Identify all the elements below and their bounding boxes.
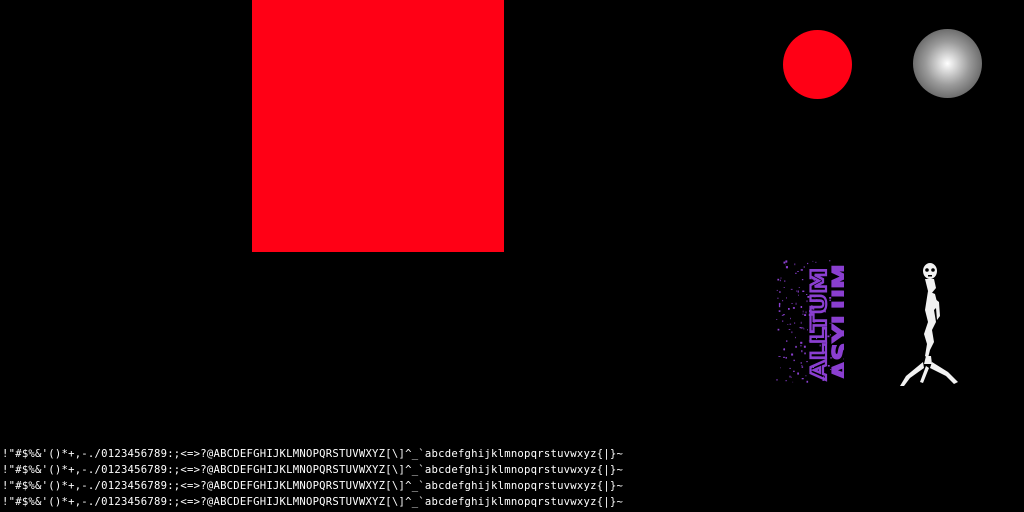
logo-speck bbox=[793, 370, 795, 372]
logo-speck bbox=[780, 277, 782, 279]
logo-speck bbox=[783, 356, 785, 358]
game-viewport: { "colors": { "background": "#000000", "… bbox=[0, 0, 1024, 512]
logo-text-top: ALLTUM bbox=[807, 268, 831, 380]
logo-speck bbox=[800, 327, 802, 329]
logo-speck bbox=[806, 380, 809, 383]
logo-text-bottom: ASYLUM bbox=[829, 264, 844, 380]
logo-speck bbox=[778, 310, 781, 312]
logo-speck bbox=[778, 356, 781, 357]
shaded-sphere-sprite bbox=[913, 29, 982, 98]
logo-speck bbox=[779, 291, 781, 293]
logo-speck bbox=[803, 266, 805, 268]
logo-speck bbox=[777, 328, 780, 331]
logo-speck bbox=[800, 345, 802, 347]
logo-speck bbox=[812, 260, 814, 262]
logo-speck bbox=[778, 305, 781, 308]
logo-speck bbox=[776, 379, 778, 381]
logo-speck bbox=[800, 341, 803, 344]
logo-speck bbox=[789, 375, 791, 378]
logo-speck bbox=[776, 319, 778, 320]
logo-speck bbox=[780, 367, 781, 369]
logo-speck bbox=[785, 357, 787, 359]
logo-speck bbox=[801, 365, 803, 367]
logo-speck bbox=[800, 362, 802, 364]
logo-speck bbox=[790, 317, 791, 320]
font-atlas-line: !"#$%&'()*+,-./0123456789:;<=>?@ABCDEFGH… bbox=[2, 496, 624, 508]
logo-speck bbox=[791, 331, 793, 334]
red-circle-sprite bbox=[783, 30, 852, 99]
logo-speck bbox=[785, 380, 787, 382]
logo-speck bbox=[804, 352, 806, 355]
logo-speck bbox=[783, 348, 785, 351]
logo-speck bbox=[786, 297, 787, 299]
logo-speck bbox=[782, 300, 784, 302]
logo-speck bbox=[801, 378, 804, 380]
logo-speck bbox=[815, 261, 817, 263]
logo-speck bbox=[795, 345, 797, 348]
logo-speck bbox=[783, 261, 786, 264]
font-atlas: !"#$%&'()*+,-./0123456789:;<=>?@ABCDEFGH… bbox=[2, 446, 862, 510]
logo-speck bbox=[788, 308, 790, 310]
logo-speck bbox=[800, 306, 803, 308]
logo-speck bbox=[803, 328, 805, 330]
logo-speck bbox=[829, 260, 831, 262]
logo-speck bbox=[801, 279, 804, 281]
red-square-texture bbox=[252, 0, 504, 252]
logo-speck bbox=[783, 287, 785, 288]
logo-speck bbox=[785, 266, 788, 269]
logo-speck bbox=[802, 313, 804, 315]
logo-speck bbox=[797, 290, 799, 293]
logo-speck bbox=[791, 353, 794, 356]
logo-speck bbox=[778, 302, 781, 306]
logo-speck bbox=[798, 287, 800, 288]
logo-speck bbox=[795, 272, 797, 274]
logo-speck bbox=[795, 302, 797, 305]
logo-speck bbox=[784, 280, 786, 282]
font-atlas-line: !"#$%&'()*+,-./0123456789:;<=>?@ABCDEFGH… bbox=[2, 480, 624, 492]
logo-speck bbox=[793, 359, 795, 362]
logo-speck bbox=[781, 315, 784, 316]
logo-speck bbox=[801, 350, 803, 353]
logo-speck bbox=[787, 324, 789, 325]
logo-speck bbox=[803, 345, 806, 348]
font-atlas-line: !"#$%&'()*+,-./0123456789:;<=>?@ABCDEFGH… bbox=[2, 448, 624, 460]
logo-speck bbox=[796, 290, 798, 292]
logo-speck bbox=[794, 322, 796, 324]
logo-speck bbox=[790, 376, 792, 378]
character-figure bbox=[890, 258, 970, 388]
logo-speck bbox=[779, 279, 781, 282]
logo-speck bbox=[788, 329, 791, 330]
logo-speck bbox=[786, 340, 788, 342]
logo-speck bbox=[801, 327, 804, 329]
font-atlas-line: !"#$%&'()*+,-./0123456789:;<=>?@ABCDEFGH… bbox=[2, 464, 624, 476]
logo-speck bbox=[798, 294, 799, 296]
logo-speck bbox=[791, 303, 793, 304]
logo-speck bbox=[802, 290, 804, 292]
logo-speck bbox=[789, 367, 791, 369]
logo-speck bbox=[776, 289, 778, 291]
logo-speck bbox=[801, 366, 804, 368]
logo-speck bbox=[794, 263, 796, 266]
logo-speck bbox=[782, 314, 785, 316]
logo-speck bbox=[802, 310, 804, 313]
logo-speck bbox=[785, 260, 788, 263]
logo-speck bbox=[800, 269, 803, 271]
logo-speck bbox=[797, 271, 799, 272]
logo-speck bbox=[804, 314, 807, 316]
logo-speck bbox=[792, 307, 795, 309]
logo-speck bbox=[795, 336, 796, 339]
logo-speck bbox=[790, 288, 793, 290]
logo-speck bbox=[807, 262, 809, 265]
logo-speck bbox=[785, 264, 787, 266]
logo-speck bbox=[777, 297, 779, 299]
logo-speck bbox=[792, 381, 794, 383]
logo-speck bbox=[789, 323, 792, 325]
logo-speck bbox=[777, 278, 780, 281]
logo-graphic: ALLTUM ASYLUM bbox=[776, 260, 856, 383]
logo-speck bbox=[797, 372, 799, 375]
logo-speck bbox=[800, 321, 802, 324]
figure-graphic bbox=[900, 263, 958, 386]
logo-speck bbox=[782, 320, 784, 322]
game-logo: ALLTUM ASYLUM bbox=[764, 256, 856, 386]
